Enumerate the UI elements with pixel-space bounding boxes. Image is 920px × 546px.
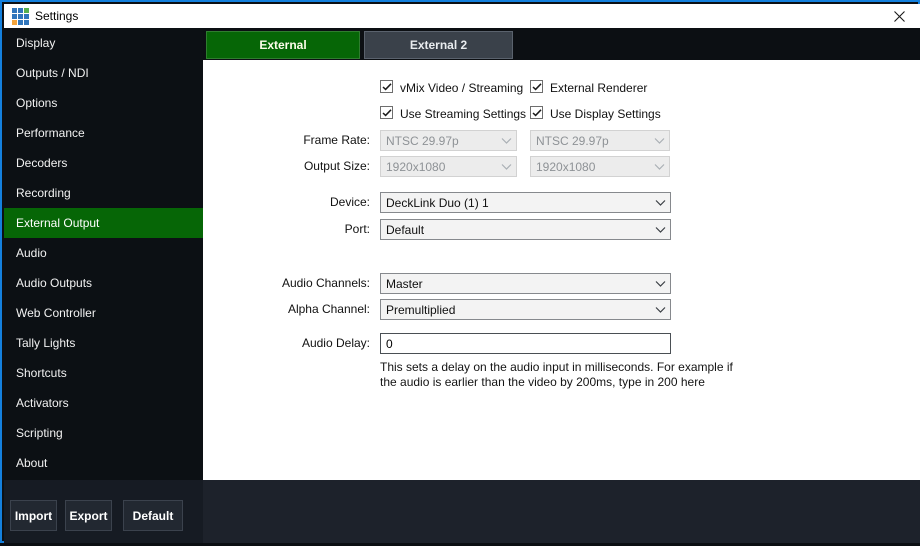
close-button[interactable] bbox=[882, 4, 916, 28]
default-button[interactable]: Default bbox=[123, 500, 183, 531]
frame-rate-label: Frame Rate: bbox=[242, 133, 370, 147]
check-icon bbox=[382, 83, 392, 91]
chevron-down-icon bbox=[496, 138, 516, 144]
use-display-settings-checkbox[interactable] bbox=[530, 106, 543, 119]
output-size-select-1[interactable]: 1920x1080 bbox=[380, 156, 517, 177]
chevron-down-icon bbox=[649, 138, 669, 144]
tab-external[interactable]: External bbox=[206, 31, 360, 59]
sidebar: Display Outputs / NDI Options Performanc… bbox=[4, 28, 203, 480]
title-bar: Settings bbox=[4, 4, 920, 28]
audio-channels-select[interactable]: Master bbox=[380, 273, 671, 294]
port-select[interactable]: Default bbox=[380, 219, 671, 240]
vmix-logo-icon bbox=[12, 8, 29, 25]
chevron-down-icon bbox=[649, 164, 669, 170]
import-button[interactable]: Import bbox=[10, 500, 57, 531]
check-icon bbox=[532, 109, 542, 117]
sidebar-item-shortcuts[interactable]: Shortcuts bbox=[4, 358, 203, 388]
sidebar-item-options[interactable]: Options bbox=[4, 88, 203, 118]
sidebar-item-display[interactable]: Display bbox=[4, 28, 203, 58]
use-streaming-settings-checkbox[interactable] bbox=[380, 106, 393, 119]
alpha-channel-label: Alpha Channel: bbox=[242, 302, 370, 316]
sidebar-item-about[interactable]: About bbox=[4, 448, 203, 478]
output-size-select-2[interactable]: 1920x1080 bbox=[530, 156, 670, 177]
output-size-value-1: 1920x1080 bbox=[381, 160, 496, 174]
audio-delay-input[interactable] bbox=[380, 333, 671, 354]
output-size-label: Output Size: bbox=[242, 159, 370, 173]
use-streaming-settings-label: Use Streaming Settings bbox=[400, 107, 526, 121]
port-label: Port: bbox=[242, 222, 370, 236]
export-button[interactable]: Export bbox=[65, 500, 112, 531]
chevron-down-icon bbox=[650, 200, 670, 206]
sidebar-item-activators[interactable]: Activators bbox=[4, 388, 203, 418]
audio-delay-label: Audio Delay: bbox=[242, 336, 370, 350]
device-select[interactable]: DeckLink Duo (1) 1 bbox=[380, 192, 671, 213]
sidebar-item-audio[interactable]: Audio bbox=[4, 238, 203, 268]
sidebar-item-web-controller[interactable]: Web Controller bbox=[4, 298, 203, 328]
sidebar-item-audio-outputs[interactable]: Audio Outputs bbox=[4, 268, 203, 298]
chevron-down-icon bbox=[496, 164, 516, 170]
use-display-settings-label: Use Display Settings bbox=[550, 107, 661, 121]
chevron-down-icon bbox=[650, 281, 670, 287]
external-renderer-label: External Renderer bbox=[550, 81, 647, 95]
chevron-down-icon bbox=[650, 307, 670, 313]
frame-rate-value-1: NTSC 29.97p bbox=[381, 134, 496, 148]
window-title: Settings bbox=[35, 9, 78, 24]
sidebar-item-decoders[interactable]: Decoders bbox=[4, 148, 203, 178]
frame-rate-value-2: NTSC 29.97p bbox=[531, 134, 649, 148]
frame-rate-select-1[interactable]: NTSC 29.97p bbox=[380, 130, 517, 151]
window-body: Settings Display Outputs / NDI Options P… bbox=[0, 0, 920, 543]
external-output-panel bbox=[203, 60, 920, 480]
sidebar-item-performance[interactable]: Performance bbox=[4, 118, 203, 148]
sidebar-item-scripting[interactable]: Scripting bbox=[4, 418, 203, 448]
audio-channels-label: Audio Channels: bbox=[242, 276, 370, 290]
sidebar-item-outputs-ndi[interactable]: Outputs / NDI bbox=[4, 58, 203, 88]
frame-rate-select-2[interactable]: NTSC 29.97p bbox=[530, 130, 670, 151]
port-value: Default bbox=[381, 223, 650, 237]
bottom-bar: Show Advanced Settings OK Cancel bbox=[203, 480, 920, 543]
chevron-down-icon bbox=[650, 227, 670, 233]
tab-external-2[interactable]: External 2 bbox=[364, 31, 513, 59]
external-renderer-checkbox[interactable] bbox=[530, 80, 543, 93]
audio-delay-help-text: This sets a delay on the audio input in … bbox=[380, 360, 736, 390]
sidebar-item-recording[interactable]: Recording bbox=[4, 178, 203, 208]
output-size-value-2: 1920x1080 bbox=[531, 160, 649, 174]
sidebar-footer: Import Export Default bbox=[4, 480, 203, 543]
sidebar-item-tally-lights[interactable]: Tally Lights bbox=[4, 328, 203, 358]
check-icon bbox=[532, 83, 542, 91]
alpha-channel-value: Premultiplied bbox=[381, 303, 650, 317]
audio-channels-value: Master bbox=[381, 277, 650, 291]
vmix-video-streaming-checkbox[interactable] bbox=[380, 80, 393, 93]
alpha-channel-select[interactable]: Premultiplied bbox=[380, 299, 671, 320]
sidebar-item-external-output[interactable]: External Output bbox=[4, 208, 203, 238]
settings-window: Settings Display Outputs / NDI Options P… bbox=[0, 0, 920, 546]
check-icon bbox=[382, 109, 392, 117]
device-label: Device: bbox=[242, 195, 370, 209]
vmix-video-streaming-label: vMix Video / Streaming bbox=[400, 81, 523, 95]
close-icon bbox=[893, 10, 906, 23]
device-value: DeckLink Duo (1) 1 bbox=[381, 196, 650, 210]
tab-bar: External External 2 bbox=[203, 28, 920, 60]
